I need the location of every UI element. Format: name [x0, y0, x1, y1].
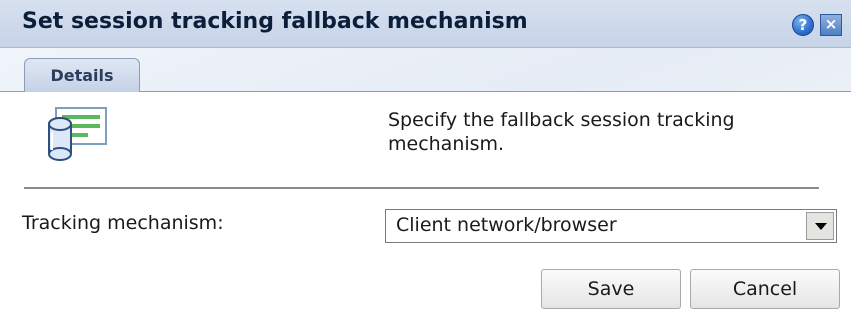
section-divider	[24, 187, 819, 190]
chevron-down-icon[interactable]	[806, 212, 834, 240]
tab-details[interactable]: Details	[24, 58, 140, 92]
help-icon[interactable]: ?	[792, 14, 814, 36]
form-icon	[48, 107, 107, 161]
dialog-titlebar: Set session tracking fallback mechanism …	[0, 0, 851, 48]
tracking-mechanism-label: Tracking mechanism:	[22, 212, 224, 234]
tracking-mechanism-select[interactable]: Client network/browser	[385, 209, 837, 243]
details-panel: Specify the fallback session tracking me…	[0, 92, 851, 330]
close-icon[interactable]: ×	[820, 14, 842, 36]
description-text: Specify the fallback session tracking me…	[388, 109, 735, 155]
tab-strip: Details	[0, 48, 851, 92]
cancel-button[interactable]: Cancel	[690, 269, 840, 309]
dialog-title: Set session tracking fallback mechanism	[22, 9, 528, 34]
session-tracking-dialog: Set session tracking fallback mechanism …	[0, 0, 851, 330]
tracking-mechanism-value: Client network/browser	[396, 214, 617, 236]
save-button[interactable]: Save	[541, 269, 681, 309]
